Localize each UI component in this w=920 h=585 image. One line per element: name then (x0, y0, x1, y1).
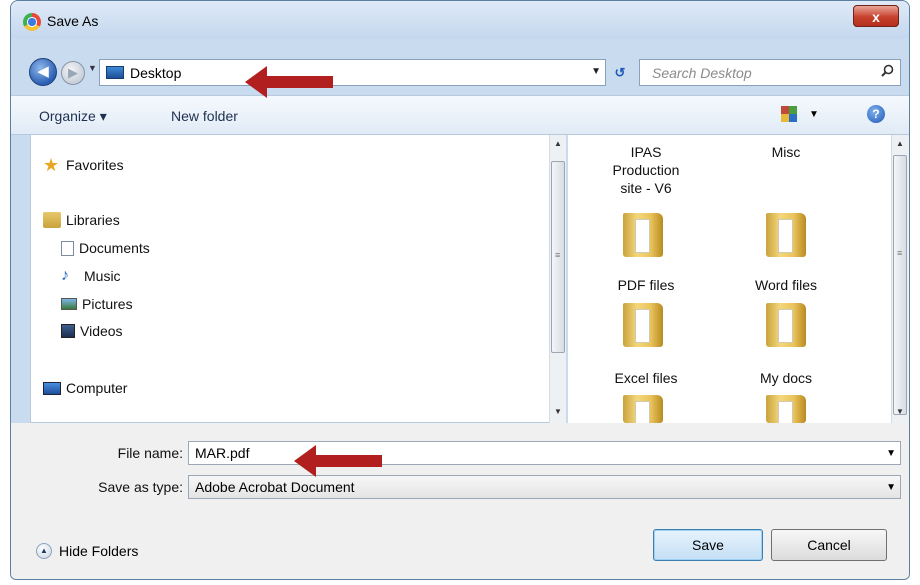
music-icon: ♪ (61, 267, 69, 284)
star-icon: ★ (43, 155, 60, 175)
view-icon[interactable] (781, 106, 797, 122)
desktop-icon (106, 66, 124, 79)
document-icon (61, 240, 74, 256)
close-button[interactable]: x (853, 5, 899, 27)
file-name: Misc (771, 144, 801, 160)
search-icon (881, 64, 894, 77)
scroll-thumb[interactable]: ≡ (551, 161, 565, 353)
annotation-arrow (294, 445, 382, 477)
folder-icon[interactable] (623, 303, 663, 347)
file-item[interactable]: PDF files (586, 276, 706, 294)
annotation-arrow (245, 66, 333, 98)
search-placeholder: Search Desktop (652, 65, 752, 81)
nav-videos[interactable]: Videos (61, 321, 123, 341)
file-name: My docs (759, 370, 813, 386)
file-item[interactable]: My docs (726, 369, 846, 387)
file-name-dropdown-icon[interactable]: ▼ (886, 443, 896, 465)
folder-icon[interactable] (766, 303, 806, 347)
history-dropdown-icon[interactable]: ▼ (88, 63, 97, 73)
forward-button[interactable]: ▶ (61, 61, 85, 85)
forward-icon: ▶ (68, 65, 78, 80)
nav-documents-label: Documents (79, 240, 150, 256)
file-list-scrollbar[interactable]: ▲ ≡ ▼ (891, 135, 909, 423)
file-item[interactable]: Misc (726, 143, 846, 161)
save-type-label: Save as type: (98, 479, 183, 495)
file-list: IPAS Production site - V6 Misc PDF files… (568, 135, 898, 435)
videos-icon (61, 324, 75, 338)
file-name: PDF files (617, 277, 675, 293)
navigation-scrollbar[interactable]: ▲ ≡ ▼ (549, 135, 566, 423)
folder-icon[interactable] (766, 395, 806, 435)
back-icon: ◀ (37, 63, 49, 80)
address-bar[interactable]: Desktop ▼ (99, 59, 606, 86)
nav-computer-label: Computer (66, 380, 128, 396)
help-icon[interactable]: ? (867, 105, 885, 123)
nav-music-label: Music (84, 268, 121, 284)
nav-music[interactable]: ♪ Music (61, 266, 121, 286)
refresh-button[interactable]: ↺ (607, 61, 633, 84)
save-as-dialog: Save As x ◀ ▶ ▼ Desktop ▼ ↺ Search Deskt… (10, 0, 910, 580)
title-bar: Save As x (11, 1, 909, 39)
cancel-button[interactable]: Cancel (771, 529, 887, 561)
file-item[interactable]: Excel files (586, 369, 706, 387)
nav-pictures[interactable]: Pictures (61, 294, 133, 314)
nav-documents[interactable]: Documents (61, 238, 150, 258)
save-form: File name: MAR.pdf ▼ Save as type: Adobe… (11, 423, 909, 579)
file-item[interactable]: Word files (726, 276, 846, 294)
nav-videos-label: Videos (80, 323, 123, 339)
scroll-down-icon[interactable]: ▼ (554, 407, 562, 416)
nav-libraries-label: Libraries (66, 212, 120, 228)
new-folder-button[interactable]: New folder (171, 108, 238, 124)
file-name-value: MAR.pdf (195, 445, 250, 461)
nav-favorites-label: Favorites (66, 157, 124, 173)
folder-icon[interactable] (623, 213, 663, 257)
pictures-icon (61, 298, 77, 310)
nav-computer[interactable]: Computer (43, 378, 127, 398)
scroll-down-icon[interactable]: ▼ (896, 407, 904, 416)
back-button[interactable]: ◀ (29, 58, 57, 86)
view-dropdown-icon[interactable]: ▼ (809, 109, 819, 120)
app-icon (23, 13, 41, 31)
navigation-pane: ★ Favorites Libraries Documents ♪ Music … (30, 135, 551, 423)
organize-menu[interactable]: Organize ▾ (39, 108, 107, 125)
nav-libraries[interactable]: Libraries (43, 210, 120, 230)
save-type-value: Adobe Acrobat Document (195, 479, 355, 495)
search-box[interactable]: Search Desktop (639, 59, 901, 86)
address-dropdown-icon[interactable]: ▼ (591, 66, 601, 77)
file-item[interactable]: IPAS Production site - V6 (586, 143, 706, 197)
save-type-dropdown-icon[interactable]: ▼ (886, 477, 896, 499)
computer-icon (43, 381, 61, 395)
file-name: IPAS Production site - V6 (612, 144, 680, 196)
folder-icon[interactable] (623, 395, 663, 435)
library-icon (43, 212, 61, 228)
save-button[interactable]: Save (653, 529, 763, 561)
chevron-up-icon[interactable]: ▲ (36, 543, 52, 559)
address-location: Desktop (130, 65, 182, 81)
file-name: Excel files (614, 370, 678, 386)
navigation-bar: ◀ ▶ ▼ Desktop ▼ ↺ Search Desktop (11, 39, 909, 95)
file-name-label: File name: (117, 445, 183, 461)
nav-favorites[interactable]: ★ Favorites (43, 155, 124, 175)
command-toolbar: Organize ▾ New folder ▼ ? (11, 95, 909, 135)
hide-folders-button[interactable]: Hide Folders (59, 543, 138, 559)
folder-icon[interactable] (766, 213, 806, 257)
file-name: Word files (755, 277, 817, 293)
refresh-icon: ↺ (614, 65, 626, 80)
scroll-up-icon[interactable]: ▲ (896, 139, 904, 148)
scroll-thumb[interactable]: ≡ (893, 155, 907, 415)
window-title: Save As (47, 13, 99, 29)
nav-pictures-label: Pictures (82, 296, 133, 312)
scroll-up-icon[interactable]: ▲ (554, 139, 562, 148)
